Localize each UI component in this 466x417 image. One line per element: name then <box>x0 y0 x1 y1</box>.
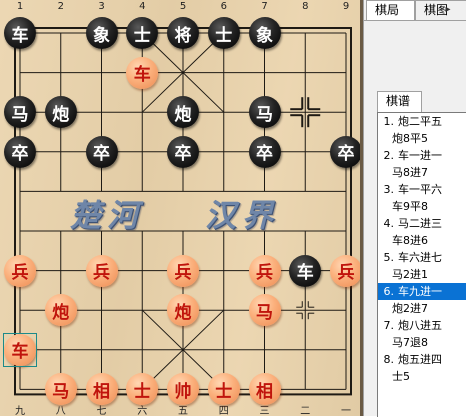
black-piece[interactable]: 卒 <box>167 135 199 168</box>
move-row[interactable]: 4. 马二进三车8进6 <box>378 215 466 249</box>
move-red: 7. 炮八进五 <box>380 317 443 334</box>
red-piece[interactable]: 兵 <box>167 254 199 287</box>
red-piece[interactable]: 士 <box>207 373 240 406</box>
move-number: 7. <box>383 319 395 332</box>
move-red: 3. 车一平六 <box>380 181 443 198</box>
file-number-top: 6 <box>220 1 227 12</box>
file-number-top: 5 <box>179 1 187 12</box>
move-row[interactable]: 5. 车六进七马2进1 <box>378 249 466 283</box>
move-black: 炮2进7 <box>392 302 428 315</box>
red-piece[interactable]: 马 <box>44 373 77 406</box>
move-list[interactable]: 1. 炮二平五 炮8平5 2. 车一进一 马8进7 3. 车一平六 车9平8 4. 马二进三 车8进6… <box>377 112 466 417</box>
move-black: 炮8平5 <box>392 132 428 145</box>
black-piece[interactable]: 车 <box>4 17 36 49</box>
black-piece[interactable]: 士 <box>126 17 159 49</box>
file-number-bottom: 二 <box>300 406 311 416</box>
move-row[interactable]: 1. 炮二平五炮8平5 <box>378 113 466 147</box>
move-row[interactable]: 2. 车一进一马8进7 <box>378 147 466 181</box>
move-number: 5. <box>383 251 395 264</box>
move-red-text: 炮五进四 <box>398 353 442 366</box>
tab-divider <box>364 20 466 21</box>
black-piece[interactable]: 车 <box>289 254 322 287</box>
move-row[interactable]: 8. 炮五进四士5 <box>378 351 466 385</box>
tab-game[interactable]: 棋局 <box>366 0 415 20</box>
move-number: 2. <box>383 149 395 162</box>
move-number: 4. <box>383 217 395 230</box>
black-piece[interactable]: 卒 <box>330 135 360 168</box>
red-piece[interactable]: 兵 <box>85 254 118 287</box>
red-piece[interactable]: 炮 <box>167 294 199 327</box>
move-number: 6. <box>383 285 395 298</box>
black-piece[interactable]: 卒 <box>248 135 281 168</box>
red-piece[interactable]: 相 <box>85 373 118 406</box>
move-black: 马2进1 <box>392 268 428 281</box>
file-number-top: 2 <box>57 1 64 12</box>
move-black: 士5 <box>392 370 410 383</box>
file-number-bottom: 一 <box>341 406 351 416</box>
river-label-left: 楚河 <box>70 198 144 234</box>
red-piece[interactable]: 兵 <box>4 254 36 287</box>
move-row[interactable]: 6. 车九进一炮2进7 <box>378 283 466 317</box>
move-red: 5. 车六进七 <box>380 249 443 266</box>
black-piece[interactable]: 马 <box>248 96 281 129</box>
move-black: 马7退8 <box>392 336 428 349</box>
file-number-top: 3 <box>98 1 105 12</box>
xiangqi-board[interactable]: 123456789九八七六五四三二一 楚河 汉界 车象士将士象车马炮炮马卒卒卒卒… <box>0 0 360 416</box>
black-piece[interactable]: 将 <box>167 17 199 49</box>
red-piece[interactable]: 炮 <box>44 294 77 327</box>
black-piece[interactable]: 象 <box>248 17 281 49</box>
red-piece[interactable]: 车 <box>126 56 159 89</box>
file-number-bottom: 九 <box>15 406 25 416</box>
black-piece[interactable]: 马 <box>4 96 36 129</box>
move-row[interactable]: 3. 车一平六车9平8 <box>378 181 466 215</box>
move-red-text: 马二进三 <box>398 217 442 230</box>
move-red: 8. 炮五进四 <box>380 351 443 368</box>
red-piece[interactable]: 兵 <box>330 254 360 287</box>
file-number-top: 1 <box>16 1 24 12</box>
tab-record[interactable]: 棋谱 <box>377 91 422 112</box>
black-piece[interactable]: 炮 <box>167 96 199 129</box>
move-red-text: 车一平六 <box>398 183 442 196</box>
move-red-text: 炮八进五 <box>398 319 442 332</box>
move-red: 6. 车九进一 <box>378 283 466 300</box>
move-black: 车9平8 <box>392 200 428 213</box>
red-piece[interactable]: 马 <box>248 294 281 327</box>
move-red: 4. 马二进三 <box>380 215 443 232</box>
move-number: 3. <box>383 183 395 196</box>
river-label-right: 汉界 <box>205 198 279 234</box>
file-number-top: 4 <box>139 1 146 12</box>
move-number: 8. <box>383 353 395 366</box>
red-piece[interactable]: 相 <box>248 373 281 406</box>
black-piece[interactable]: 士 <box>207 17 240 49</box>
black-piece[interactable]: 卒 <box>4 135 36 168</box>
red-piece[interactable]: 车 <box>4 333 36 366</box>
side-panel: 棋局 棋图 棋谱 1. 炮二平五 炮8平5 2. 车一进一 马8进7 3. 车一平六 车9平8 4… <box>363 0 466 417</box>
move-red: 2. 车一进一 <box>380 147 443 164</box>
move-number: 1. <box>383 115 395 128</box>
tab-scroll-right-icon[interactable]: ▸ <box>441 1 455 19</box>
move-row[interactable]: 7. 炮八进五马7退8 <box>378 317 466 351</box>
move-black: 马8进7 <box>392 166 428 179</box>
black-piece[interactable]: 炮 <box>44 96 77 129</box>
black-piece[interactable]: 卒 <box>85 135 118 168</box>
move-red-text: 炮二平五 <box>398 115 442 128</box>
board-grid <box>14 27 352 396</box>
move-black: 车8进6 <box>392 234 428 247</box>
file-number-top: 7 <box>261 1 268 12</box>
red-piece[interactable]: 兵 <box>248 254 281 287</box>
move-red-text: 车一进一 <box>398 149 442 162</box>
move-red: 1. 炮二平五 <box>380 113 443 130</box>
file-number-top: 8 <box>302 1 309 12</box>
move-red-text: 车九进一 <box>398 285 442 298</box>
black-piece[interactable]: 象 <box>85 17 118 49</box>
move-red-text: 车六进七 <box>398 251 442 264</box>
file-number-top: 9 <box>342 1 350 12</box>
